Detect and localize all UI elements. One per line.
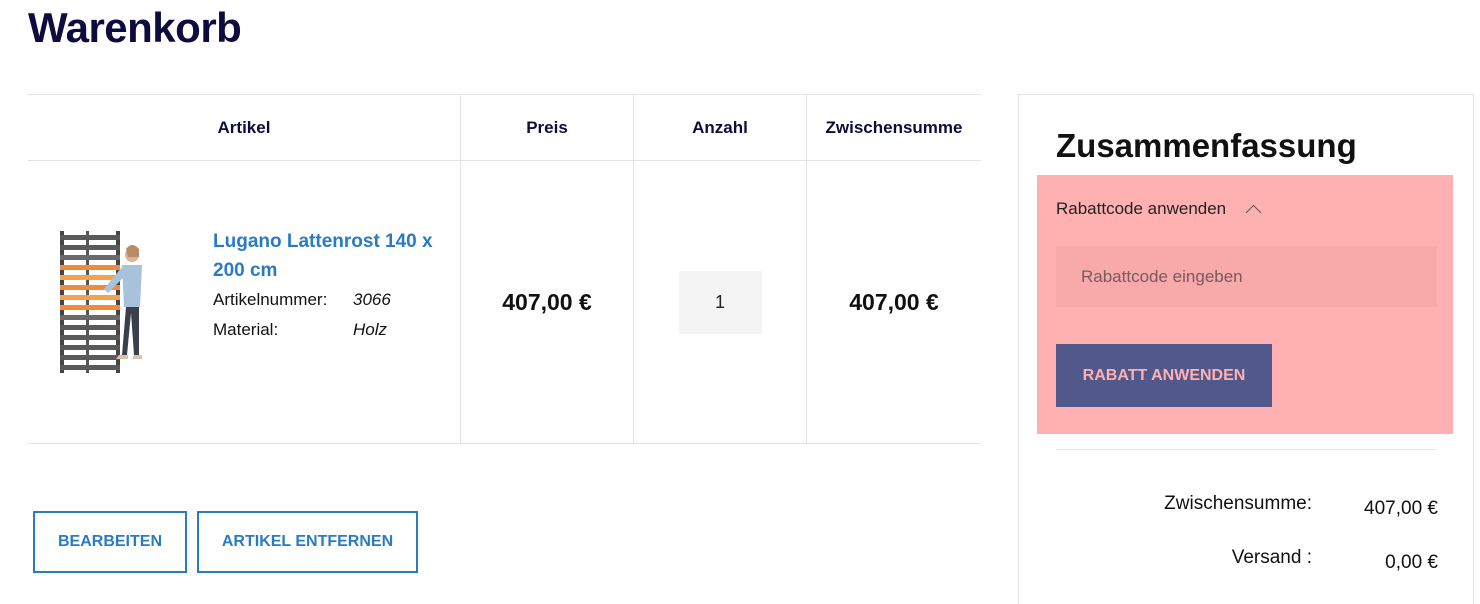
spec-row-material: Material: Holz [213,315,453,345]
apply-discount-button[interactable]: RABATT ANWENDEN [1056,344,1272,407]
discount-toggle-label: Rabattcode anwenden [1056,199,1227,218]
spec-row-article-number: Artikelnummer: 3066 [213,285,453,315]
price-cell: 407,00 € [460,160,634,444]
chevron-up-icon [1245,204,1262,220]
quantity-cell [633,160,807,444]
subtotal-value: 407,00 € [1364,498,1438,519]
spec-label: Material: [213,320,279,339]
edit-button[interactable]: BEARBEITEN [33,511,187,573]
page-title: Warenkorb [28,4,242,51]
table-header-row: Artikel Preis Anzahl Zwischensumme [28,94,981,161]
product-name-link[interactable]: Lugano Lattenrost 140 x 200 cm [213,227,453,285]
shipping-label: Versand : [1231,547,1312,568]
subtotal-cell: 407,00 € [806,160,981,444]
column-header-item: Artikel [28,94,461,161]
column-header-subtotal: Zwischensumme [806,94,981,161]
discount-panel: Rabattcode anwenden RABATT ANWENDEN [1037,175,1453,434]
item-price: 407,00 € [502,288,592,315]
column-header-quantity: Anzahl [633,94,807,161]
product-image[interactable] [56,227,148,377]
summary-title: Zusammenfassung [1056,127,1357,164]
product-info: Lugano Lattenrost 140 x 200 cm Artikelnu… [213,227,453,345]
spec-value: 3066 [353,290,391,309]
item-cell: Lugano Lattenrost 140 x 200 cm Artikelnu… [28,160,461,444]
cart-table: Artikel Preis Anzahl Zwischensumme Lugan… [28,94,981,444]
table-row: Lugano Lattenrost 140 x 200 cm Artikelnu… [28,160,981,444]
item-subtotal: 407,00 € [849,288,939,315]
discount-toggle[interactable]: Rabattcode anwenden [1056,199,1262,220]
remove-item-button[interactable]: ARTIKEL ENTFERNEN [197,511,418,573]
quantity-input[interactable] [678,270,762,334]
spec-label: Artikelnummer: [213,290,328,309]
summary-divider [1056,449,1437,450]
order-summary: Zusammenfassung Rabattcode anwenden RABA… [1018,94,1474,604]
spec-value: Holz [353,320,388,339]
subtotal-label: Zwischensumme: [1164,493,1312,514]
shipping-value: 0,00 € [1385,552,1438,573]
column-header-price: Preis [460,94,634,161]
discount-code-input[interactable] [1056,246,1437,307]
